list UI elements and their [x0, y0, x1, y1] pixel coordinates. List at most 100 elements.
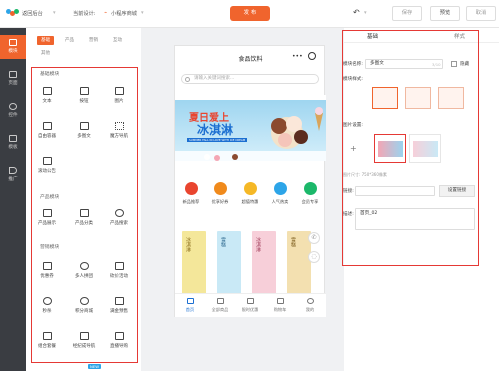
component-label: 图片: [114, 99, 124, 104]
search-input[interactable]: 请输入关键词搜索...: [181, 74, 319, 84]
component-coupon[interactable]: 优惠券: [32, 262, 62, 279]
phone-icon[interactable]: ✆: [308, 232, 320, 244]
product-label: 冰淇淋: [255, 237, 261, 252]
component-free-container[interactable]: 自由容器: [32, 122, 62, 139]
category-coupons[interactable]: 优享好券: [206, 182, 234, 205]
component-label: 魔方导航: [110, 134, 128, 139]
text-icon: [42, 87, 52, 95]
nav-item-widgets[interactable]: 控件: [0, 99, 26, 123]
component-label: 组合套餐: [38, 344, 56, 349]
back-chevron-icon[interactable]: ▾: [53, 10, 56, 16]
design-chevron-icon[interactable]: ▾: [141, 10, 144, 16]
component-label: 满金预售: [110, 309, 128, 314]
back-to-admin-link[interactable]: 返回后台: [22, 10, 43, 17]
banner-subtitle: SUMMER FALL IN LOVE WITH ICE CREAM: [187, 138, 248, 142]
more-icon[interactable]: •••: [292, 53, 303, 60]
component-label: 按钮: [79, 99, 89, 104]
component-points-mall[interactable]: 积分商城: [69, 297, 99, 314]
section-title-basic: 基础模块: [40, 72, 60, 77]
tab-other[interactable]: 其他: [37, 49, 54, 58]
timer-icon: [246, 298, 254, 304]
tabbar-all-products[interactable]: 全部商品: [206, 298, 234, 313]
close-circle-icon[interactable]: [308, 52, 316, 60]
component-label: 自由容器: [38, 134, 56, 139]
current-design-name[interactable]: 小程序商城: [111, 10, 137, 17]
component-label: 秒杀: [42, 309, 52, 314]
banner-title-line-2: 冰淇淋: [197, 123, 234, 137]
undo-icon[interactable]: ↶: [353, 8, 360, 17]
grid-icon: [9, 39, 17, 46]
component-product-category[interactable]: 产品分类: [69, 209, 99, 226]
component-label: 砍价活动: [110, 274, 128, 279]
category-hot[interactable]: 人气热卖: [266, 182, 294, 205]
tabbar-label: 全部商品: [211, 307, 229, 312]
component-group-buy[interactable]: 多人拼团: [69, 262, 99, 279]
cart-icon: [276, 298, 284, 304]
nav-item-label: 模块: [8, 49, 18, 54]
component-product-display[interactable]: 产品展示: [32, 209, 62, 226]
product-label: 雪糕: [290, 237, 296, 247]
save-button[interactable]: 保存: [392, 6, 422, 21]
category-label: 超值特惠: [241, 199, 259, 204]
component-label: 多人拼团: [75, 274, 93, 279]
component-label: 积分商城: [75, 309, 93, 314]
component-presale[interactable]: 满金预售: [104, 297, 134, 314]
component-flash-sale[interactable]: 秒杀: [32, 297, 62, 314]
nav-item-templates[interactable]: 模板: [0, 131, 26, 155]
product-display-icon: [42, 209, 52, 217]
component-button[interactable]: 按钮: [69, 87, 99, 104]
preview-button[interactable]: 预览: [430, 6, 460, 21]
component-image[interactable]: 图片: [104, 87, 134, 104]
component-multi-image-text[interactable]: 多图文: [69, 122, 99, 139]
category-icon: [79, 209, 89, 217]
tabbar-label: 我的: [305, 307, 315, 312]
category-new[interactable]: 新品推荐: [177, 182, 205, 205]
tabbar-cart[interactable]: 购物车: [266, 298, 294, 313]
tab-basic[interactable]: 基础: [37, 36, 54, 45]
template-icon: [9, 135, 17, 142]
phone-tab-bar: 首页 全部商品 限时优惠 购物车 我的: [175, 293, 326, 317]
agent-nav-icon: [79, 332, 89, 340]
component-bargain[interactable]: 砍价活动: [104, 262, 134, 279]
tabbar-limited-offers[interactable]: 限时优惠: [236, 298, 264, 313]
nav-item-label: 控件: [8, 113, 18, 118]
component-live-shopping[interactable]: 直播导购: [104, 332, 134, 349]
component-combo[interactable]: 组合套餐: [32, 332, 62, 349]
banner-image[interactable]: 夏日爱上 冰淇淋 SUMMER FALL IN LOVE WITH ICE CR…: [175, 95, 326, 161]
publish-button[interactable]: 发 布: [230, 6, 270, 21]
member-icon: [303, 182, 317, 195]
section-title-marketing: 营销模块: [40, 245, 60, 250]
chat-icon[interactable]: ◌: [308, 251, 320, 263]
section-title-product: 产品模块: [40, 195, 60, 200]
component-cube-nav[interactable]: 魔方导航: [104, 122, 134, 139]
logo: [6, 9, 20, 18]
fire-icon: [273, 182, 287, 195]
phone-page-title: 食品饮料: [238, 56, 263, 63]
clock-icon: [42, 297, 52, 305]
component-notice[interactable]: 滚动公告: [32, 157, 62, 174]
category-members[interactable]: 会员专享: [296, 182, 324, 205]
nav-item-pages[interactable]: 页面: [0, 67, 26, 91]
tabbar-home[interactable]: 首页: [176, 298, 204, 313]
notice-icon: [42, 157, 52, 165]
nav-item-promote[interactable]: 推广: [0, 163, 26, 187]
tabbar-mine[interactable]: 我的: [296, 298, 324, 313]
widget-icon: [9, 103, 17, 110]
component-agent-nav[interactable]: 经纪成导航: [69, 332, 99, 349]
component-text[interactable]: 文本: [32, 87, 62, 104]
category-label: 优享好券: [211, 199, 229, 204]
image-icon: [114, 87, 124, 95]
presale-icon: [114, 297, 124, 305]
tab-marketing[interactable]: 营销: [85, 36, 102, 45]
cancel-button[interactable]: 取消: [466, 6, 496, 21]
undo-chevron-icon[interactable]: ▾: [364, 10, 367, 16]
tab-interaction[interactable]: 互动: [109, 36, 126, 45]
user-icon: [306, 298, 314, 304]
tab-product[interactable]: 产品: [61, 36, 78, 45]
button-icon: [79, 87, 89, 95]
component-label: 滚动公告: [38, 169, 56, 174]
component-product-search[interactable]: 产品搜索: [104, 209, 134, 226]
category-deals[interactable]: 超值特惠: [236, 182, 264, 205]
search-icon: [185, 77, 190, 82]
nav-item-modules[interactable]: 模块: [0, 35, 26, 59]
